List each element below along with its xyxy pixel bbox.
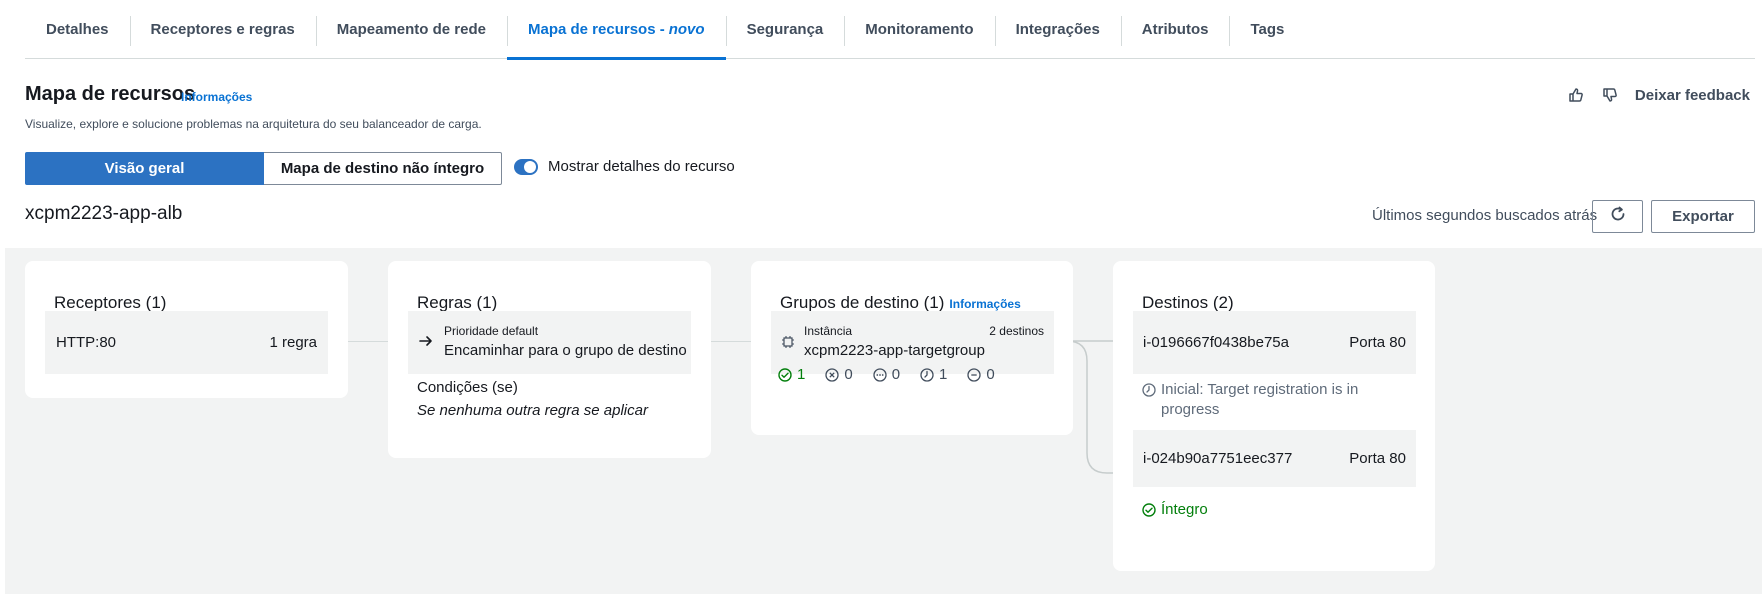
target-group-name: xcpm2223-app-targetgroup	[804, 342, 985, 359]
conditions-value: Se nenhuma outra regra se aplicar	[417, 402, 648, 419]
target-groups-title: Grupos de destino (1)	[780, 293, 945, 312]
tab-tags[interactable]: Tags	[1229, 0, 1305, 59]
target-group-type: Instância	[804, 324, 853, 338]
target-groups-info-link[interactable]: Informações	[949, 297, 1020, 311]
chip-icon	[781, 335, 795, 354]
resource-details-toggle[interactable]	[514, 158, 538, 175]
thumbs-down-icon[interactable]	[1601, 86, 1619, 104]
page-description: Visualize, explore e solucione problemas…	[25, 117, 482, 131]
tab-network-mapping[interactable]: Mapeamento de rede	[315, 0, 507, 59]
tab-listeners-rules[interactable]: Receptores e regras	[129, 0, 316, 59]
listener-row[interactable]: HTTP:80 1 regra	[45, 311, 328, 374]
rule-action: Encaminhar para o grupo de destino	[444, 342, 687, 359]
tab-resource-map[interactable]: Mapa de recursos - novo	[507, 0, 726, 60]
target-port: Porta 80	[1349, 334, 1406, 351]
target-row-1[interactable]: i-0196667f0438be75a Porta 80	[1133, 311, 1416, 374]
conditions-label: Condições (se)	[417, 379, 518, 396]
rules-title: Regras (1)	[417, 293, 498, 312]
target-group-count: 2 destinos	[989, 324, 1044, 338]
refresh-button[interactable]	[1592, 200, 1643, 233]
x-circle-icon	[825, 367, 839, 382]
check-circle-icon	[778, 367, 792, 382]
new-badge: novo	[668, 20, 705, 38]
feedback-link[interactable]: Deixar feedback	[1635, 87, 1750, 104]
page-title: Mapa de recursos	[25, 83, 196, 105]
stat-unused: 0	[873, 366, 900, 383]
target-groups-card: Grupos de destino (1) Informações Instân…	[751, 261, 1073, 435]
rules-card: Regras (1) Prioridade default Encaminhar…	[388, 261, 711, 458]
toggle-label: Mostrar detalhes do recurso	[548, 158, 735, 175]
target-health-stats: 1 0 0 1 0	[778, 366, 1015, 383]
unhealthy-target-map-segment[interactable]: Mapa de destino não íntegro	[264, 152, 502, 185]
tab-bar: Detalhes Receptores e regras Mapeamento …	[25, 0, 1755, 60]
target-groups-title-wrap: Grupos de destino (1) Informações	[780, 293, 1021, 313]
target-id: i-024b90a7751eec377	[1143, 450, 1293, 467]
tab-monitoring[interactable]: Monitoramento	[844, 0, 994, 59]
info-link[interactable]: Informações	[181, 90, 252, 104]
listener-rule-count: 1 regra	[269, 334, 317, 351]
arrow-right-icon	[418, 333, 434, 354]
tab-attributes[interactable]: Atributos	[1120, 0, 1230, 59]
target-status-healthy: Íntegro	[1142, 501, 1208, 518]
refresh-icon	[1609, 205, 1627, 228]
minus-circle-icon	[967, 367, 982, 382]
targets-title: Destinos (2)	[1142, 293, 1234, 312]
target-id: i-0196667f0438be75a	[1143, 334, 1289, 351]
listeners-title: Receptores (1)	[54, 293, 167, 312]
rule-priority: Prioridade default	[444, 324, 539, 338]
target-group-row[interactable]: Instância 2 destinos xcpm2223-app-target…	[771, 311, 1054, 374]
listeners-card: Receptores (1) HTTP:80 1 regra	[25, 261, 348, 398]
tab-integrations[interactable]: Integrações	[994, 0, 1121, 59]
stat-initial: 1	[920, 366, 947, 383]
tab-details[interactable]: Detalhes	[25, 0, 130, 59]
thumbs-up-icon[interactable]	[1567, 86, 1585, 104]
dots-circle-icon	[873, 367, 887, 382]
target-port: Porta 80	[1349, 450, 1406, 467]
view-segmented-control: Visão geral Mapa de destino não íntegro	[25, 152, 502, 185]
rule-row[interactable]: Prioridade default Encaminhar para o gru…	[408, 311, 691, 374]
resource-details-toggle-wrap: Mostrar detalhes do recurso	[514, 158, 735, 175]
check-circle-icon	[1142, 502, 1156, 517]
load-balancer-name: xcpm2223-app-alb	[25, 203, 183, 224]
stat-unhealthy: 0	[825, 366, 853, 383]
feedback-area: Deixar feedback	[1567, 86, 1750, 104]
clock-icon	[920, 367, 934, 382]
last-fetched-text: Últimos segundos buscados atrás	[1372, 207, 1598, 224]
export-button[interactable]: Exportar	[1651, 200, 1755, 233]
overview-segment[interactable]: Visão geral	[25, 152, 264, 185]
listener-name: HTTP:80	[56, 334, 117, 351]
clock-icon	[1142, 383, 1156, 397]
resource-map-canvas: Receptores (1) HTTP:80 1 regra Regras (1…	[5, 248, 1762, 594]
target-row-2[interactable]: i-024b90a7751eec377 Porta 80	[1133, 430, 1416, 487]
tab-security[interactable]: Segurança	[725, 0, 845, 59]
stat-healthy: 1	[778, 366, 805, 383]
targets-card: Destinos (2) i-0196667f0438be75a Porta 8…	[1113, 261, 1435, 571]
target-status-initial: Inicial: Target registration is in progr…	[1142, 380, 1402, 420]
stat-draining: 0	[967, 366, 995, 383]
